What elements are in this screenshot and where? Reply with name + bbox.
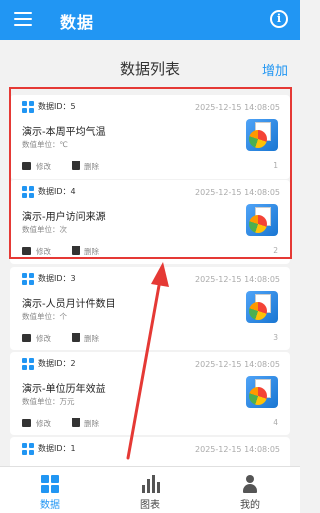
record-index: 2 xyxy=(273,246,278,255)
record-id-label: 数据ID：3 xyxy=(38,274,76,283)
person-icon xyxy=(241,475,259,493)
nav-label: 图表 xyxy=(140,500,160,511)
delete-button[interactable]: 删除 xyxy=(84,418,99,429)
edit-icon[interactable] xyxy=(22,162,31,170)
record-id-label: 数据ID：1 xyxy=(38,444,76,453)
record-card[interactable]: 数据ID：4 2025-12-15 14:08:05 演示-用户访问来源 数值单… xyxy=(10,180,290,264)
app-title: 数据 xyxy=(60,13,95,32)
trash-icon[interactable] xyxy=(72,418,80,427)
grid-icon xyxy=(22,273,34,285)
record-index: 4 xyxy=(273,418,278,427)
record-title: 演示-用户访问来源 xyxy=(22,212,106,223)
record-card[interactable]: 数据ID：5 2025-12-15 14:08:05 演示-本周平均气温 数值单… xyxy=(10,95,290,179)
chart-thumbnail-icon[interactable] xyxy=(246,376,278,408)
nav-label: 数据 xyxy=(40,500,60,511)
record-id-label: 数据ID：4 xyxy=(38,187,76,196)
edit-button[interactable]: 修改 xyxy=(36,418,51,429)
record-card[interactable]: 数据ID：2 2025-12-15 14:08:05 演示-单位历年效益 数值单… xyxy=(10,352,290,435)
chart-thumbnail-icon[interactable] xyxy=(246,204,278,236)
record-date: 2025-12-15 14:08:05 xyxy=(195,275,280,284)
record-card[interactable]: 数据ID：1 2025-12-15 14:08:05 xyxy=(10,437,290,466)
record-card[interactable]: 数据ID：3 2025-12-15 14:08:05 演示-人员月计件数目 数值… xyxy=(10,267,290,350)
nav-label: 我的 xyxy=(240,500,260,511)
nav-item-data[interactable]: 数据 xyxy=(0,467,100,513)
bottom-navigation: 数据 图表 我的 xyxy=(0,466,300,513)
nav-item-charts[interactable]: 图表 xyxy=(100,467,200,513)
record-title: 演示-本周平均气温 xyxy=(22,127,106,138)
delete-button[interactable]: 删除 xyxy=(84,246,99,257)
grid-icon xyxy=(22,101,34,113)
record-unit: 数值单位：万元 xyxy=(22,397,75,406)
chart-thumbnail-icon[interactable] xyxy=(246,291,278,323)
grid-icon xyxy=(22,443,34,455)
record-index: 1 xyxy=(273,161,278,170)
record-title: 演示-人员月计件数目 xyxy=(22,299,116,310)
nav-item-profile[interactable]: 我的 xyxy=(200,467,300,513)
page-title: 数据列表 xyxy=(119,60,180,78)
delete-button[interactable]: 删除 xyxy=(84,161,99,172)
record-unit: 数值单位：℃ xyxy=(22,140,68,149)
trash-icon[interactable] xyxy=(72,333,80,342)
record-index: 3 xyxy=(273,333,278,342)
info-icon[interactable]: i xyxy=(270,10,288,28)
record-unit: 数值单位：个 xyxy=(22,312,67,321)
list-header: 数据列表 增加 xyxy=(0,40,300,90)
record-id-label: 数据ID：5 xyxy=(38,102,76,111)
chart-thumbnail-icon[interactable] xyxy=(246,119,278,151)
trash-icon[interactable] xyxy=(72,246,80,255)
app-bar: 数据 i xyxy=(0,0,300,40)
edit-icon[interactable] xyxy=(22,334,31,342)
trash-icon[interactable] xyxy=(72,161,80,170)
edit-icon[interactable] xyxy=(22,247,31,255)
record-date: 2025-12-15 14:08:05 xyxy=(195,188,280,197)
bar-chart-icon xyxy=(141,475,160,493)
record-date: 2025-12-15 14:08:05 xyxy=(195,103,280,112)
grid-icon xyxy=(22,186,34,198)
add-button[interactable]: 增加 xyxy=(262,60,288,79)
edit-button[interactable]: 修改 xyxy=(36,333,51,344)
record-date: 2025-12-15 14:08:05 xyxy=(195,360,280,369)
record-date: 2025-12-15 14:08:05 xyxy=(195,445,280,454)
edit-icon[interactable] xyxy=(22,419,31,427)
edit-button[interactable]: 修改 xyxy=(36,161,51,172)
grid-icon xyxy=(22,358,34,370)
record-id-label: 数据ID：2 xyxy=(38,359,76,368)
edit-button[interactable]: 修改 xyxy=(36,246,51,257)
grid-icon xyxy=(41,475,59,493)
record-list[interactable]: 数据ID：5 2025-12-15 14:08:05 演示-本周平均气温 数值单… xyxy=(0,90,300,466)
record-unit: 数值单位：次 xyxy=(22,225,67,234)
record-title: 演示-单位历年效益 xyxy=(22,384,106,395)
delete-button[interactable]: 删除 xyxy=(84,333,99,344)
menu-icon[interactable] xyxy=(14,12,32,26)
